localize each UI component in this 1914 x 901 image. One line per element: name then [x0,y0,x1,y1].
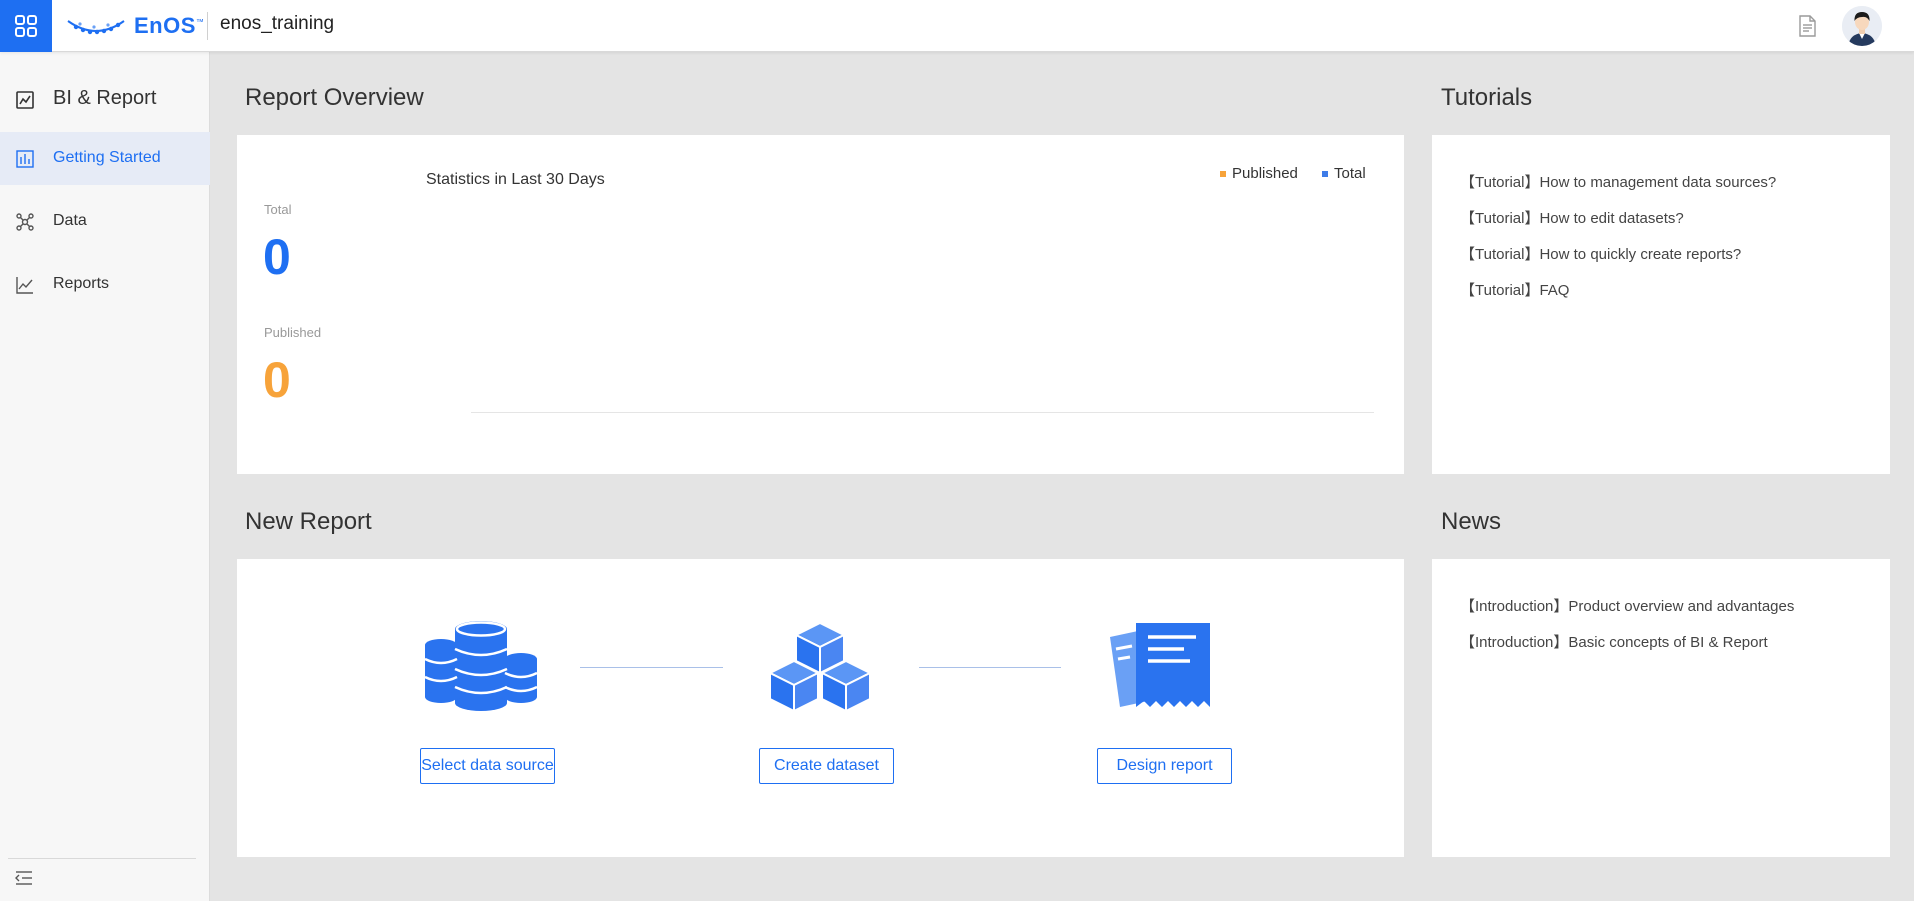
sidebar-item-label: Getting Started [53,149,161,166]
tutorial-link[interactable]: 【Tutorial】How to edit datasets? [1460,207,1684,228]
tutorials-panel: 【Tutorial】How to management data sources… [1432,135,1890,474]
tutorial-link[interactable]: 【Tutorial】How to management data sources… [1460,171,1776,192]
legend-swatch [1220,170,1226,177]
sidebar-item-label: Data [53,212,87,229]
design-report-button[interactable]: Design report [1097,748,1232,784]
user-avatar[interactable] [1842,6,1882,46]
legend-label: Total [1334,165,1366,182]
new-report-title: New Report [245,508,372,535]
legend-label: Published [1232,165,1298,182]
news-title: News [1441,508,1502,535]
report-chart-icon [16,91,34,109]
logo-mark-icon [67,20,125,35]
tutorial-link[interactable]: 【Tutorial】FAQ [1460,279,1569,300]
top-header: EnOS™ enos_training [0,0,1914,52]
sidebar-item-getting-started[interactable]: Getting Started [0,132,210,185]
sidebar: BI & Report Getting Started Data Reports [0,52,210,901]
chart-title: Statistics in Last 30 Days [426,171,605,188]
report-overview-panel: Total 0 Published 0 Statistics in Last 3… [237,135,1404,474]
database-icon [424,621,538,711]
molecule-icon [16,213,34,231]
document-icon [1799,15,1816,37]
user-avatar-icon [1842,6,1882,46]
tutorial-link[interactable]: 【Tutorial】How to quickly create reports? [1460,243,1741,264]
sidebar-item-data[interactable]: Data [0,195,210,248]
line-chart-icon [16,277,33,294]
sidebar-item-reports[interactable]: Reports [0,258,210,311]
collapse-menu-icon [15,871,32,885]
report-document-icon [1110,623,1210,707]
legend-published[interactable]: Published [1220,165,1298,182]
documentation-button[interactable] [1794,13,1820,39]
step-connector [919,667,1061,668]
news-link[interactable]: 【Introduction】Product overview and advan… [1460,595,1794,616]
logo-text: EnOS™ [134,13,205,38]
sidebar-divider [8,858,196,859]
enos-logo[interactable]: EnOS™ [66,12,204,40]
published-label: Published [264,325,322,340]
cubes-icon [769,622,871,712]
organization-name: enos_training [220,13,335,34]
sidebar-item-label: Reports [53,275,110,292]
legend-total[interactable]: Total [1322,165,1366,182]
news-panel: 【Introduction】Product overview and advan… [1432,559,1890,857]
published-value: 0 [263,352,291,408]
create-dataset-button[interactable]: Create dataset [759,748,894,784]
tutorials-title: Tutorials [1441,84,1533,111]
news-link[interactable]: 【Introduction】Basic concepts of BI & Rep… [1460,631,1768,652]
report-overview-title: Report Overview [245,84,424,111]
collapse-sidebar-button[interactable] [13,867,35,889]
chart-x-axis [471,412,1374,413]
total-value: 0 [263,229,291,285]
legend-swatch [1322,170,1328,177]
app-switcher-button[interactable] [0,0,52,52]
new-report-panel: Select data source Create dataset Design… [237,559,1404,857]
sidebar-title-label: BI & Report [53,87,157,109]
sidebar-title: BI & Report [0,80,210,120]
bar-chart-icon [16,150,34,168]
header-divider [207,12,208,40]
grid-icon [15,15,37,37]
step-connector [580,667,723,668]
total-label: Total [264,202,292,217]
select-data-source-button[interactable]: Select data source [420,748,555,784]
